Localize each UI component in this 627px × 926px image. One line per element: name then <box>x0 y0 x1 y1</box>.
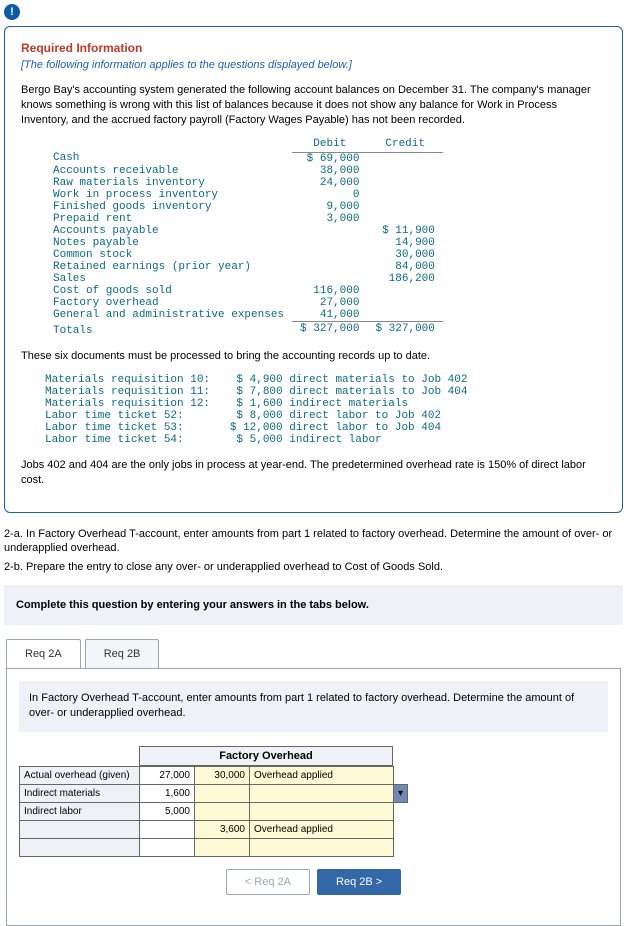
jobs-note: Jobs 402 and 404 are the only jobs in pr… <box>21 458 606 488</box>
question-2a: 2-a. In Factory Overhead T-account, ente… <box>4 527 623 557</box>
doc-line: Labor time ticket 52: $ 8,000 direct lab… <box>45 410 606 422</box>
debit-label-input[interactable] <box>20 820 140 838</box>
row-label: General and administrative expenses <box>45 309 292 322</box>
credit-value-input[interactable]: 3,600 <box>195 820 250 838</box>
row-debit: 41,000 <box>292 309 367 322</box>
tab-req-2a[interactable]: Req 2A <box>6 639 81 668</box>
row-label: Prepaid rent <box>45 213 292 225</box>
credit-label-input[interactable]: Overhead applied <box>250 820 394 838</box>
required-info-title: Required Information <box>21 41 606 55</box>
row-debit: 0 <box>292 189 367 201</box>
credit-label-input[interactable] <box>250 784 394 802</box>
row-credit: 30,000 <box>367 249 442 261</box>
col-debit: Debit <box>292 138 367 153</box>
row-label: Work in process inventory <box>45 189 292 201</box>
row-debit <box>292 249 367 261</box>
row-credit <box>367 201 442 213</box>
doc-line: Materials requisition 10: $ 4,900 direct… <box>45 374 606 386</box>
row-label: Raw materials inventory <box>45 177 292 189</box>
col-credit: Credit <box>367 138 442 153</box>
row-debit <box>292 237 367 249</box>
row-credit <box>367 165 442 177</box>
doc-line: Materials requisition 11: $ 7,800 direct… <box>45 386 606 398</box>
scenario-paragraph: Bergo Bay's accounting system generated … <box>21 83 606 128</box>
totals-label: Totals <box>45 321 292 337</box>
tab-bar: Req 2A Req 2B <box>6 639 627 668</box>
documents-intro: These six documents must be processed to… <box>21 349 606 364</box>
doc-line: Materials requisition 12: $ 1,600 indire… <box>45 398 606 410</box>
row-credit <box>367 297 442 309</box>
row-credit <box>367 189 442 201</box>
prev-button[interactable]: < Req 2A <box>226 869 310 895</box>
doc-line: Labor time ticket 54: $ 5,000 indirect l… <box>45 434 606 446</box>
debit-value-input[interactable]: 1,600 <box>140 784 195 802</box>
row-debit: 3,000 <box>292 213 367 225</box>
row-label: Accounts payable <box>45 225 292 237</box>
next-button[interactable]: Req 2B > <box>317 869 401 895</box>
row-debit <box>292 273 367 285</box>
row-debit: 27,000 <box>292 297 367 309</box>
row-label: Finished goods inventory <box>45 201 292 213</box>
totals-debit: $ 327,000 <box>292 321 367 337</box>
row-credit <box>367 213 442 225</box>
row-debit: $ 69,000 <box>292 152 367 165</box>
row-label: Common stock <box>45 249 292 261</box>
debit-value-input[interactable] <box>140 820 195 838</box>
credit-label-input[interactable] <box>250 838 394 856</box>
balances-table: Debit Credit Cash$ 69,000 Accounts recei… <box>45 138 443 338</box>
row-credit <box>367 309 442 322</box>
row-label: Cash <box>45 152 292 165</box>
totals-credit: $ 327,000 <box>367 321 442 337</box>
row-credit: 14,900 <box>367 237 442 249</box>
credit-value-input[interactable] <box>195 802 250 820</box>
t-account: Factory Overhead Actual overhead (given)… <box>19 746 608 857</box>
debit-value-input[interactable]: 27,000 <box>140 766 195 784</box>
row-debit <box>292 261 367 273</box>
debit-label-input[interactable]: Indirect labor <box>20 802 140 820</box>
info-card: Required Information [The following info… <box>4 26 623 513</box>
row-debit: 38,000 <box>292 165 367 177</box>
row-label: Sales <box>45 273 292 285</box>
row-credit: 186,200 <box>367 273 442 285</box>
row-label: Cost of goods sold <box>45 285 292 297</box>
row-label: Factory overhead <box>45 297 292 309</box>
credit-value-input[interactable]: 30,000 <box>195 766 250 784</box>
debit-value-input[interactable] <box>140 838 195 856</box>
row-debit: 9,000 <box>292 201 367 213</box>
tab-panel-req-2a: In Factory Overhead T-account, enter amo… <box>6 668 621 926</box>
alert-icon: ! <box>4 4 20 20</box>
credit-label-input[interactable] <box>250 802 394 820</box>
intro-note: [The following information applies to th… <box>21 59 606 71</box>
debit-label-input[interactable]: Actual overhead (given) <box>20 766 140 784</box>
debit-label-input[interactable] <box>20 838 140 856</box>
row-label: Retained earnings (prior year) <box>45 261 292 273</box>
credit-label-input[interactable]: Overhead applied <box>250 766 394 784</box>
t-account-title: Factory Overhead <box>139 746 393 766</box>
row-credit: 84,000 <box>367 261 442 273</box>
tab-req-2b[interactable]: Req 2B <box>85 639 160 668</box>
debit-value-input[interactable]: 5,000 <box>140 802 195 820</box>
row-debit: 24,000 <box>292 177 367 189</box>
documents-list: Materials requisition 10: $ 4,900 direct… <box>45 374 606 446</box>
credit-value-input[interactable] <box>195 784 250 802</box>
row-debit <box>292 225 367 237</box>
dropdown-toggle[interactable]: ▾ <box>394 784 408 802</box>
question-2b: 2-b. Prepare the entry to close any over… <box>4 560 623 575</box>
debit-label-input[interactable]: Indirect materials <box>20 784 140 802</box>
complete-instruction: Complete this question by entering your … <box>4 585 623 625</box>
row-debit: 116,000 <box>292 285 367 297</box>
row-label: Notes payable <box>45 237 292 249</box>
credit-value-input[interactable] <box>195 838 250 856</box>
tab-description: In Factory Overhead T-account, enter amo… <box>19 681 608 732</box>
nav-buttons: < Req 2A Req 2B > <box>19 869 608 895</box>
row-credit <box>367 152 442 165</box>
row-credit <box>367 285 442 297</box>
doc-line: Labor time ticket 53: $ 12,000 direct la… <box>45 422 606 434</box>
row-credit <box>367 177 442 189</box>
row-credit: $ 11,900 <box>367 225 442 237</box>
row-label: Accounts receivable <box>45 165 292 177</box>
